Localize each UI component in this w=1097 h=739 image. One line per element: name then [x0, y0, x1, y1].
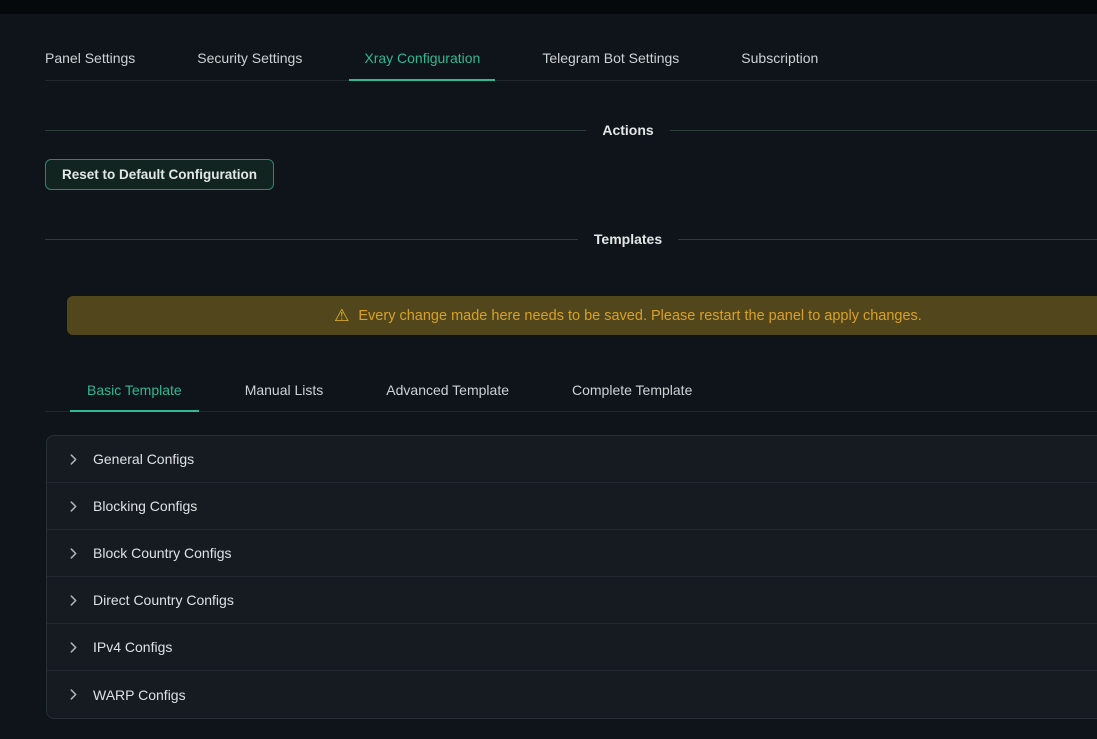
templates-divider: Templates	[45, 228, 1097, 250]
collapse-item-label: Direct Country Configs	[93, 592, 234, 608]
divider-line	[670, 130, 1097, 131]
chevron-right-icon	[67, 453, 79, 465]
templates-divider-label: Templates	[578, 231, 678, 247]
warning-alert-message: Every change made here needs to be saved…	[358, 308, 921, 324]
collapse-item-ipv4-configs[interactable]: IPv4 Configs	[47, 624, 1097, 671]
tab-advanced-template[interactable]: Advanced Template	[369, 371, 526, 412]
collapse-item-label: General Configs	[93, 451, 194, 467]
actions-divider: Actions	[45, 119, 1097, 141]
collapse-item-label: IPv4 Configs	[93, 639, 172, 655]
settings-tabs: Panel Settings Security Settings Xray Co…	[45, 38, 1097, 81]
tab-panel-settings[interactable]: Panel Settings	[30, 38, 150, 81]
divider-line	[678, 239, 1097, 240]
chevron-right-icon	[67, 641, 79, 653]
collapse-item-label: Block Country Configs	[93, 545, 232, 561]
chevron-right-icon	[67, 689, 79, 701]
collapse-item-warp-configs[interactable]: WARP Configs	[47, 671, 1097, 718]
collapse-item-direct-country-configs[interactable]: Direct Country Configs	[47, 577, 1097, 624]
actions-divider-label: Actions	[586, 122, 669, 138]
chevron-right-icon	[67, 594, 79, 606]
template-tabs: Basic Template Manual Lists Advanced Tem…	[45, 371, 1097, 412]
chevron-right-icon	[67, 500, 79, 512]
collapse-item-block-country-configs[interactable]: Block Country Configs	[47, 530, 1097, 577]
reset-default-config-button[interactable]: Reset to Default Configuration	[45, 159, 274, 190]
collapse-item-blocking-configs[interactable]: Blocking Configs	[47, 483, 1097, 530]
warning-alert: ⚠ Every change made here needs to be sav…	[67, 296, 1097, 335]
collapse-item-label: WARP Configs	[93, 687, 186, 703]
tab-complete-template[interactable]: Complete Template	[555, 371, 709, 412]
chevron-right-icon	[67, 547, 79, 559]
config-collapse-list: General Configs Blocking Configs Block C…	[46, 435, 1097, 719]
tab-subscription[interactable]: Subscription	[726, 38, 833, 81]
collapse-item-label: Blocking Configs	[93, 498, 197, 514]
tab-basic-template[interactable]: Basic Template	[70, 371, 199, 412]
tab-xray-configuration[interactable]: Xray Configuration	[349, 38, 495, 81]
warning-triangle-icon: ⚠	[334, 307, 349, 324]
divider-line	[45, 130, 586, 131]
top-bar	[0, 0, 1097, 14]
settings-page: Panel Settings Security Settings Xray Co…	[0, 38, 1097, 719]
tab-security-settings[interactable]: Security Settings	[182, 38, 317, 81]
collapse-item-general-configs[interactable]: General Configs	[47, 436, 1097, 483]
tab-manual-lists[interactable]: Manual Lists	[228, 371, 341, 412]
tab-telegram-bot-settings[interactable]: Telegram Bot Settings	[527, 38, 694, 81]
divider-line	[45, 239, 578, 240]
